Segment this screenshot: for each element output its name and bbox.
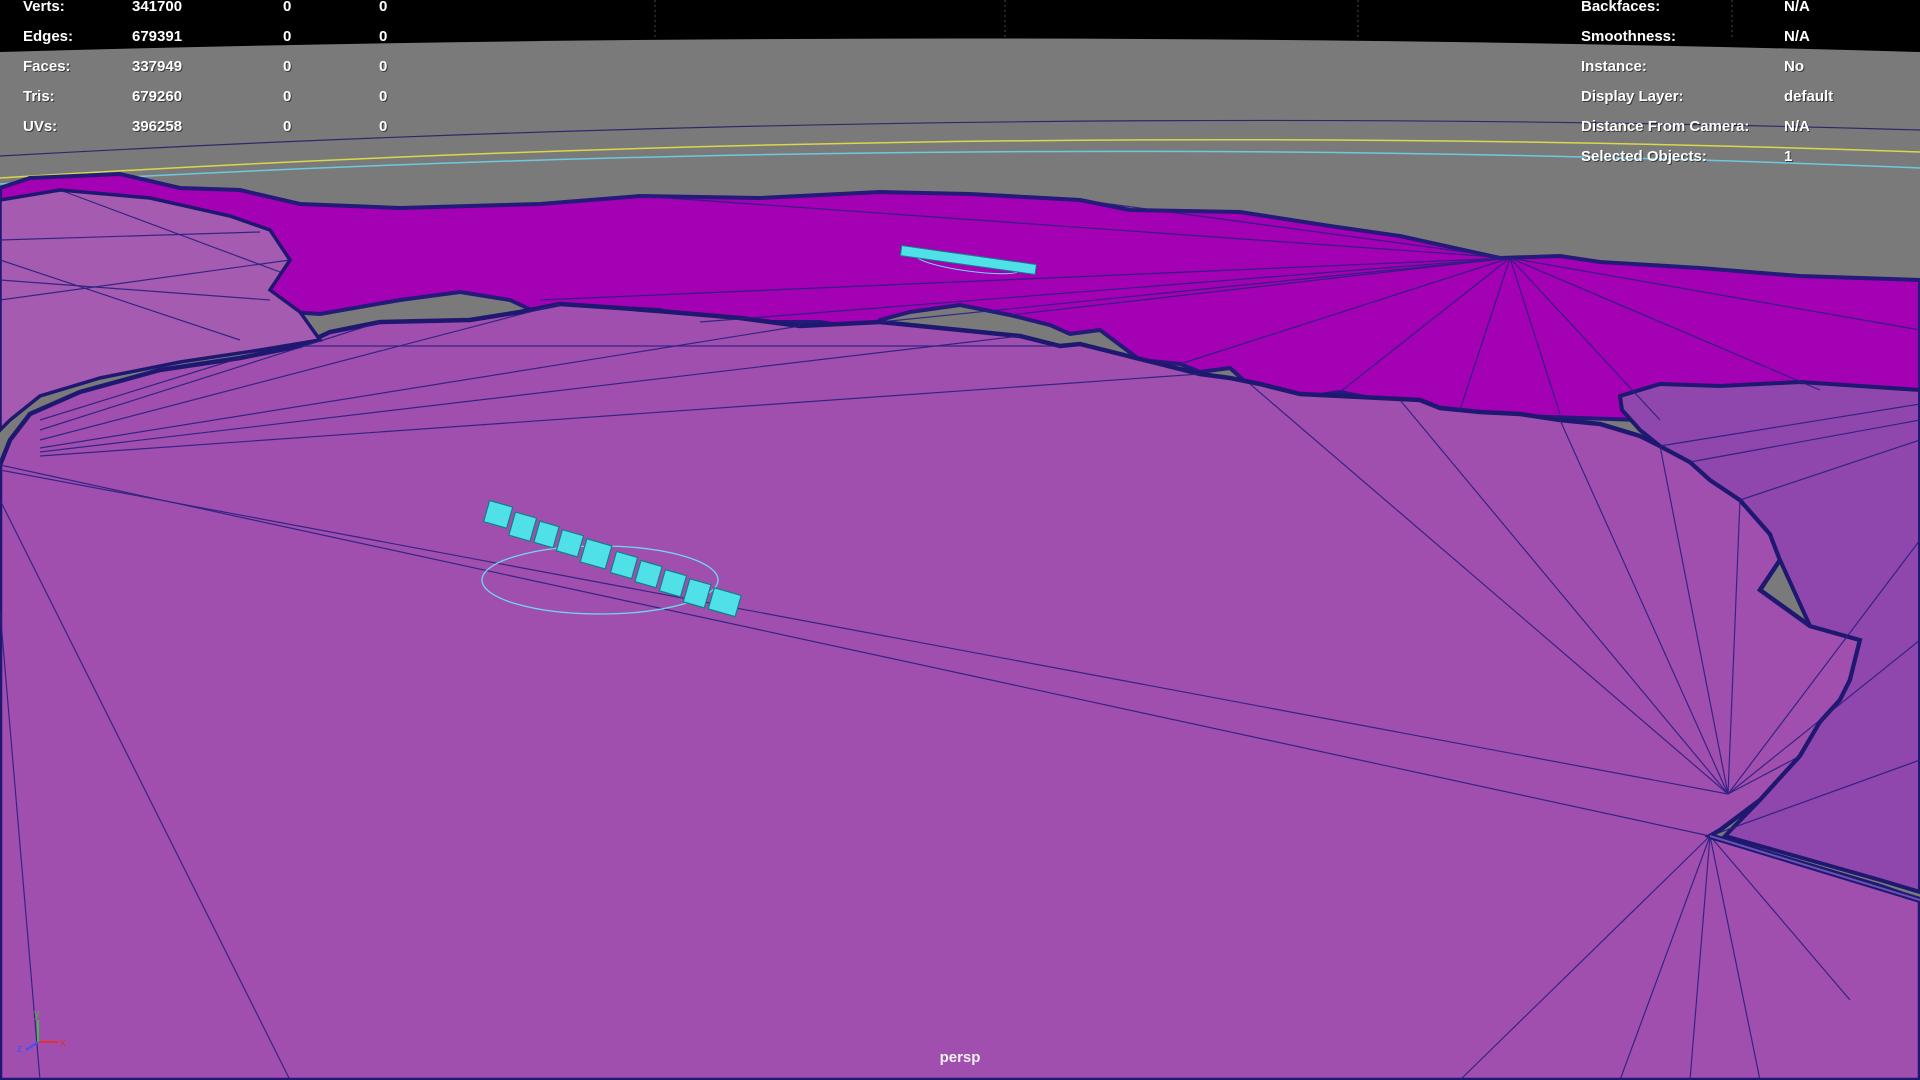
- hud-value: N/A: [1784, 0, 1810, 15]
- hud-value: No: [1784, 58, 1804, 75]
- hud-value: 0: [283, 0, 292, 15]
- hud-label: Smoothness:: [1581, 28, 1677, 45]
- hud-value: N/A: [1784, 28, 1810, 45]
- hud-object-details: Backfaces: N/A Smoothness: N/A Instance: No Di…: [1570, 0, 1910, 170]
- hud-value: 0: [283, 88, 292, 105]
- hud-label: Edges:: [23, 28, 74, 45]
- persp-viewport[interactable]: Verts: 341700 0 0 Edges: 679391 0 0 Faces: 337949…: [0, 0, 1920, 1080]
- axis-y-label: y: [34, 1008, 40, 1020]
- view-axis-gizmo-icon: x y z: [17, 1008, 66, 1055]
- axis-x-label: x: [60, 1037, 66, 1049]
- hud-value: 1: [1784, 148, 1793, 165]
- hud-value: 679391: [132, 28, 183, 45]
- hud-label: Verts:: [23, 0, 65, 15]
- hud-label: Distance From Camera:: [1581, 118, 1750, 135]
- hud-value: 0: [283, 28, 292, 45]
- hud-label: Instance:: [1581, 58, 1647, 75]
- camera-name-label: persp: [939, 1049, 981, 1066]
- hud-label: Tris:: [23, 88, 55, 105]
- hud-value: default: [1784, 88, 1834, 105]
- hud-value: 396258: [132, 118, 183, 135]
- hud-label: Faces:: [23, 58, 71, 75]
- hud-value: 0: [283, 58, 292, 75]
- hud-value: 337949: [132, 58, 183, 75]
- hud-label: Display Layer:: [1581, 88, 1684, 105]
- hud-value: 341700: [132, 0, 183, 15]
- hud-value: 0: [379, 118, 388, 135]
- hud-poly-count: Verts: 341700 0 0 Edges: 679391 0 0 Faces: 337949…: [0, 0, 420, 140]
- hud-value: 0: [379, 0, 388, 15]
- hud-value: 0: [283, 118, 292, 135]
- hud-value: 0: [379, 28, 388, 45]
- hud-label: Selected Objects:: [1581, 148, 1707, 165]
- hud-value: 0: [379, 58, 388, 75]
- hud-value: 0: [379, 88, 388, 105]
- axis-z-label: z: [17, 1043, 23, 1055]
- hud-label: Backfaces:: [1581, 0, 1661, 15]
- hud-value: 679260: [132, 88, 183, 105]
- hud-label: UVs:: [23, 118, 58, 135]
- hud-value: N/A: [1784, 118, 1810, 135]
